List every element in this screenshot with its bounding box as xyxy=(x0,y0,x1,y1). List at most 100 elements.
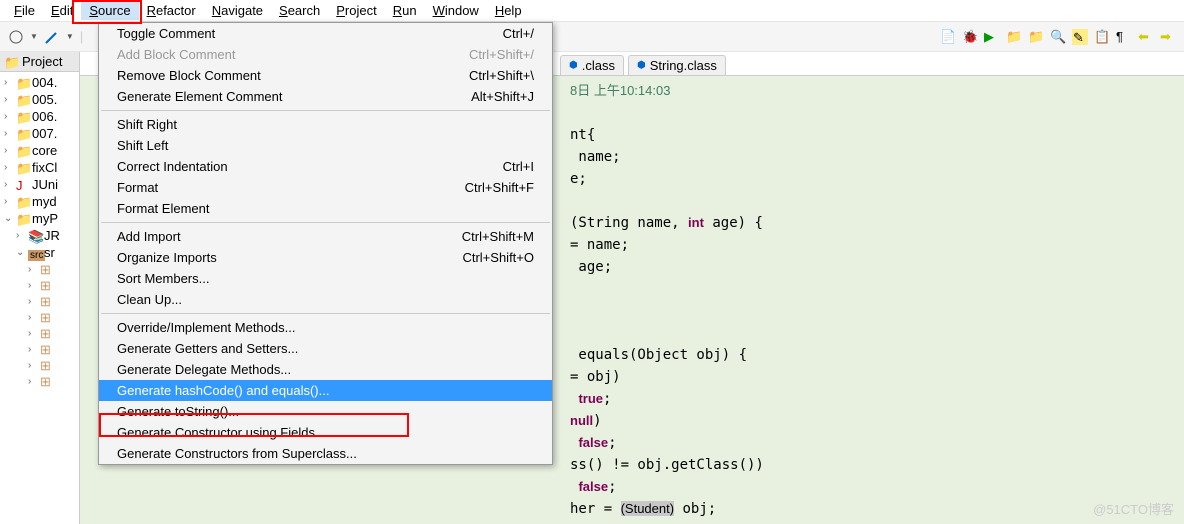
expand-arrow-icon[interactable]: › xyxy=(28,264,38,275)
editor-tab[interactable]: ⬢ .class xyxy=(560,55,624,75)
tree-node[interactable]: ⌄srcsr xyxy=(2,244,77,261)
expand-arrow-icon[interactable]: › xyxy=(4,145,14,156)
tree-node[interactable]: ›📚JR xyxy=(2,227,77,244)
menu-item-remove-block-comment[interactable]: Remove Block CommentCtrl+Shift+\ xyxy=(99,65,552,86)
menu-item-correct-indentation[interactable]: Correct IndentationCtrl+I xyxy=(99,156,552,177)
new-icon[interactable]: 📄 xyxy=(940,29,956,45)
menu-item-generate-constructor-using-fields[interactable]: Generate Constructor using Fields... xyxy=(99,422,552,443)
expand-arrow-icon[interactable]: › xyxy=(28,360,38,371)
menu-item-label: Clean Up... xyxy=(117,292,182,307)
back-icon[interactable]: ⬅ xyxy=(1138,29,1154,45)
dropdown-arrow-icon[interactable]: ▼ xyxy=(66,32,74,41)
project-explorer-title: Project xyxy=(22,54,62,69)
menu-item-add-block-comment: Add Block CommentCtrl+Shift+/ xyxy=(99,44,552,65)
menu-run[interactable]: Run xyxy=(385,1,425,20)
menu-item-label: Generate Getters and Setters... xyxy=(117,341,298,356)
tree-node[interactable]: ⌄📁myP xyxy=(2,210,77,227)
expand-arrow-icon[interactable]: › xyxy=(28,280,38,291)
menu-item-organize-imports[interactable]: Organize ImportsCtrl+Shift+O xyxy=(99,247,552,268)
menu-item-shift-right[interactable]: Shift Right xyxy=(99,114,552,135)
folder-icon: 📁 xyxy=(16,212,30,226)
expand-arrow-icon[interactable]: › xyxy=(4,77,14,88)
tab-label: .class xyxy=(582,58,615,73)
menu-item-clean-up[interactable]: Clean Up... xyxy=(99,289,552,310)
source-menu-dropdown: Toggle CommentCtrl+/Add Block CommentCtr… xyxy=(98,22,553,465)
menu-item-sort-members[interactable]: Sort Members... xyxy=(99,268,552,289)
tree-node[interactable]: ›📁core xyxy=(2,142,77,159)
expand-arrow-icon[interactable]: › xyxy=(28,312,38,323)
tree-node[interactable]: ›📁004. xyxy=(2,74,77,91)
menu-item-shift-left[interactable]: Shift Left xyxy=(99,135,552,156)
tree-node[interactable]: ›📁006. xyxy=(2,108,77,125)
task-icon[interactable]: 📋 xyxy=(1094,29,1110,45)
debug-icon[interactable]: 🐞 xyxy=(962,29,978,45)
tree-node[interactable]: ›⊞ xyxy=(2,373,77,389)
menu-item-add-import[interactable]: Add ImportCtrl+Shift+M xyxy=(99,226,552,247)
tree-node[interactable]: ›⊞ xyxy=(2,341,77,357)
nav-icon[interactable]: ¶ xyxy=(1116,29,1132,45)
editor-tab[interactable]: ⬢String.class xyxy=(628,55,726,75)
tree-node[interactable]: ›⊞ xyxy=(2,309,77,325)
tree-node[interactable]: ›⊞ xyxy=(2,277,77,293)
expand-arrow-icon[interactable]: › xyxy=(28,376,38,387)
expand-arrow-icon[interactable]: › xyxy=(4,94,14,105)
project-tree: ›📁004.›📁005.›📁006.›📁007.›📁core›📁fixCl›JJ… xyxy=(0,72,79,391)
expand-arrow-icon[interactable]: › xyxy=(4,111,14,122)
menu-item-format-element[interactable]: Format Element xyxy=(99,198,552,219)
menu-item-generate-hashcode-and-equals[interactable]: Generate hashCode() and equals()... xyxy=(99,380,552,401)
folder-icon[interactable]: 📁 xyxy=(1028,29,1044,45)
class-file-icon: ⬢ xyxy=(569,60,578,71)
menu-project[interactable]: Project xyxy=(328,1,384,20)
expand-arrow-icon[interactable]: › xyxy=(4,128,14,139)
expand-arrow-icon[interactable]: › xyxy=(28,344,38,355)
expand-arrow-icon[interactable]: › xyxy=(16,230,26,241)
tree-node[interactable]: ›📁fixCl xyxy=(2,159,77,176)
menu-item-shortcut: Ctrl+Shift+/ xyxy=(469,47,534,62)
expand-arrow-icon[interactable]: › xyxy=(28,296,38,307)
expand-arrow-icon[interactable]: › xyxy=(4,196,14,207)
menu-item-generate-getters-and-setters[interactable]: Generate Getters and Setters... xyxy=(99,338,552,359)
menu-item-label: Shift Left xyxy=(117,138,168,153)
menu-edit[interactable]: Edit xyxy=(43,1,81,20)
menu-refactor[interactable]: Refactor xyxy=(139,1,204,20)
expand-arrow-icon[interactable]: › xyxy=(28,328,38,339)
tree-node[interactable]: ›JJUni xyxy=(2,176,77,193)
expand-arrow-icon[interactable]: ⌄ xyxy=(4,213,14,224)
tree-node[interactable]: ›📁myd xyxy=(2,193,77,210)
menu-item-shortcut: Ctrl+Shift+O xyxy=(462,250,534,265)
tree-label: 004. xyxy=(32,75,57,90)
menu-file[interactable]: File xyxy=(6,1,43,20)
tree-node[interactable]: ›⊞ xyxy=(2,325,77,341)
tree-node[interactable]: ›⊞ xyxy=(2,261,77,277)
menu-item-toggle-comment[interactable]: Toggle CommentCtrl+/ xyxy=(99,23,552,44)
menu-search[interactable]: Search xyxy=(271,1,328,20)
menu-navigate[interactable]: Navigate xyxy=(204,1,271,20)
expand-arrow-icon[interactable]: › xyxy=(4,162,14,173)
menu-item-generate-tostring[interactable]: Generate toString()... xyxy=(99,401,552,422)
run-icon[interactable]: ▶ xyxy=(984,29,1000,45)
project-explorer-header[interactable]: 📁 Project xyxy=(0,52,79,72)
folder-icon[interactable]: 📁 xyxy=(1006,29,1022,45)
menu-help[interactable]: Help xyxy=(487,1,530,20)
menu-window[interactable]: Window xyxy=(425,1,487,20)
forward-icon[interactable]: ➡ xyxy=(1160,29,1176,45)
search-icon[interactable]: 🔍 xyxy=(1050,29,1066,45)
paint-icon[interactable]: ✎ xyxy=(1072,29,1088,45)
tree-node[interactable]: ›📁005. xyxy=(2,91,77,108)
project-explorer: 📁 Project ›📁004.›📁005.›📁006.›📁007.›📁core… xyxy=(0,52,80,524)
project-icon: 📁 xyxy=(4,55,18,69)
tree-node[interactable]: ›📁007. xyxy=(2,125,77,142)
tree-node[interactable]: ›⊞ xyxy=(2,357,77,373)
menu-item-generate-element-comment[interactable]: Generate Element CommentAlt+Shift+J xyxy=(99,86,552,107)
wand-icon[interactable] xyxy=(44,29,60,45)
menu-item-generate-delegate-methods[interactable]: Generate Delegate Methods... xyxy=(99,359,552,380)
menu-item-override-implement-methods[interactable]: Override/Implement Methods... xyxy=(99,317,552,338)
dropdown-arrow-icon[interactable]: ▼ xyxy=(30,32,38,41)
tree-node[interactable]: ›⊞ xyxy=(2,293,77,309)
toolbar-icon[interactable] xyxy=(8,29,24,45)
menu-source[interactable]: Source xyxy=(81,1,138,20)
menu-item-generate-constructors-from-superclass[interactable]: Generate Constructors from Superclass... xyxy=(99,443,552,464)
menu-item-format[interactable]: FormatCtrl+Shift+F xyxy=(99,177,552,198)
expand-arrow-icon[interactable]: ⌄ xyxy=(16,247,26,258)
expand-arrow-icon[interactable]: › xyxy=(4,179,14,190)
